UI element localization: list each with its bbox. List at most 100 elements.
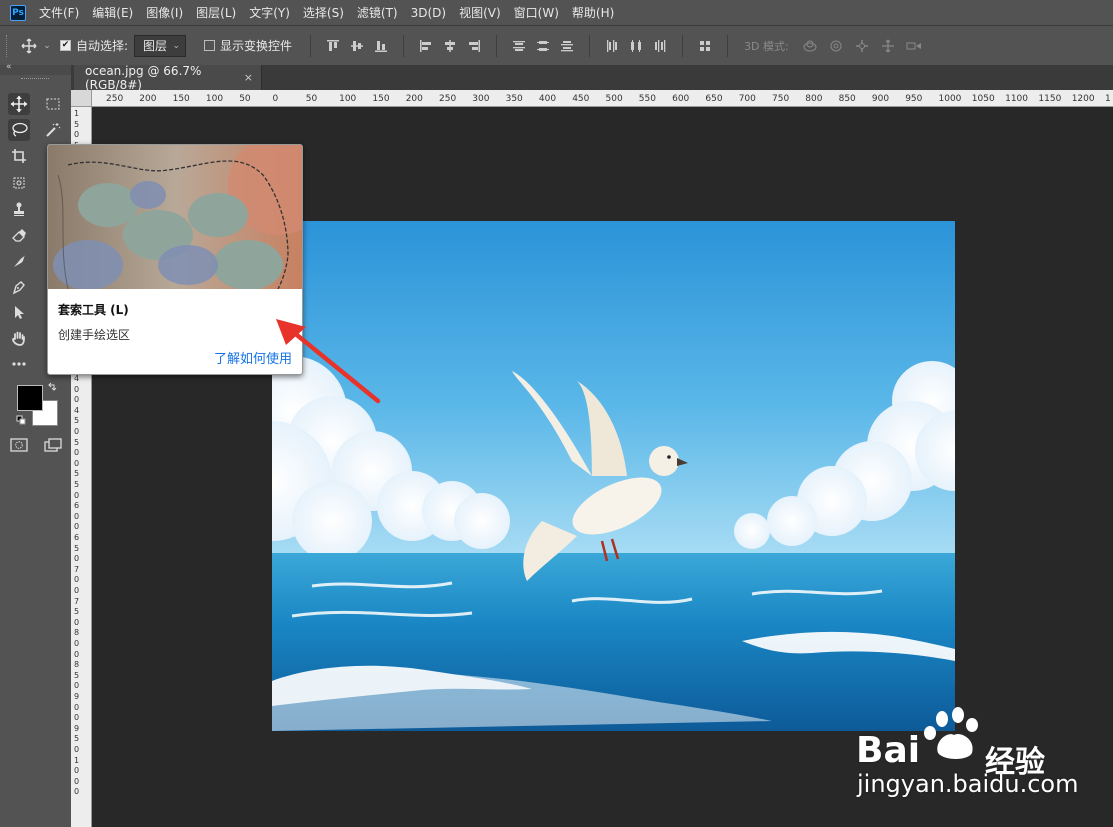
crop-tool-icon[interactable] (8, 145, 30, 167)
menu-layer[interactable]: 图层(L) (196, 4, 236, 21)
ruler-tick-label: 750 (772, 94, 790, 104)
ruler-tick-label: 1150 (1038, 94, 1062, 104)
distribute-left-icon[interactable] (600, 35, 624, 57)
eraser-tool-icon[interactable] (8, 224, 30, 246)
close-icon[interactable]: × (244, 71, 253, 84)
3d-orbit-icon[interactable] (797, 39, 823, 53)
lasso-preview-image (48, 145, 302, 289)
pen-tool-icon[interactable] (8, 276, 30, 298)
menu-select[interactable]: 选择(S) (303, 4, 344, 21)
layer-dropdown[interactable]: 图层 ⌄ (134, 34, 187, 57)
ruler-tick-label: 5 (74, 437, 80, 447)
ruler-tick-label: 150 (372, 94, 390, 104)
ruler-tick-label: 0 (74, 384, 80, 394)
ruler-tick-label: 100 (339, 94, 357, 104)
quick-mask-icon[interactable] (8, 434, 30, 456)
options-grip[interactable] (6, 34, 10, 57)
align-left-edges-icon[interactable] (414, 35, 438, 57)
align-top-edges-icon[interactable] (321, 35, 345, 57)
align-horizontal-centers-icon[interactable] (438, 35, 462, 57)
ruler-tick-label: 0 (74, 766, 80, 776)
toolbox-header[interactable]: « (0, 62, 71, 75)
menu-help[interactable]: 帮助(H) (572, 4, 614, 21)
3d-roll-icon[interactable] (823, 39, 849, 53)
more-tools-icon[interactable] (8, 353, 30, 375)
toolbox-grip[interactable] (21, 78, 49, 82)
menu-3d[interactable]: 3D(D) (411, 6, 446, 20)
3d-mode-label: 3D 模式: (744, 39, 789, 53)
menu-file[interactable]: 文件(F) (39, 4, 79, 21)
menu-edit[interactable]: 编辑(E) (92, 4, 133, 21)
menu-view[interactable]: 视图(V) (459, 4, 501, 21)
chevron-down-icon: ⌄ (172, 40, 181, 51)
ruler-tick-label: 0 (74, 522, 80, 532)
ruler-tick-label: 9 (74, 723, 80, 733)
options-bar: ⌄ ✔ 自动选择: 图层 ⌄ 显示变换控件 3D 模式: (0, 25, 1113, 65)
align-right-edges-icon[interactable] (462, 35, 486, 57)
magic-wand-tool-icon[interactable] (42, 119, 64, 141)
ruler-tick-label: 400 (538, 94, 557, 104)
baidu-paw-icon (924, 707, 978, 759)
horizontal-ruler[interactable]: 250 200 150 100 50 0 50 100 150 200 250 300 350 400 45… (92, 90, 1113, 107)
ruler-tick-label: 50 (239, 94, 251, 104)
ruler-tick-label: 50 (305, 94, 318, 104)
align-vertical-centers-icon[interactable] (345, 35, 369, 57)
distribute-right-icon[interactable] (648, 35, 672, 57)
ruler-tick-label: 0 (74, 776, 80, 786)
hand-tool-icon[interactable] (8, 327, 30, 349)
3d-pan-icon[interactable] (849, 39, 875, 53)
menu-type[interactable]: 文字(Y) (249, 4, 290, 21)
ruler-origin[interactable] (71, 90, 92, 107)
document-tab[interactable]: ocean.jpg @ 66.7%(RGB/8#) × (74, 63, 262, 92)
menu-window[interactable]: 窗口(W) (514, 4, 559, 21)
show-transform-checkbox[interactable] (204, 40, 216, 51)
ruler-tick-label: 0 (74, 639, 80, 648)
lasso-tool-icon[interactable] (8, 119, 30, 141)
screen-mode-icon[interactable] (42, 434, 64, 456)
menu-image[interactable]: 图像(I) (146, 4, 183, 21)
ruler-tick-label: 4 (74, 405, 80, 415)
distribute-vertical-centers-icon[interactable] (531, 35, 555, 57)
path-selection-tool-icon[interactable] (8, 301, 30, 323)
stamp-tool-icon[interactable] (8, 198, 30, 220)
distribute-top-icon[interactable] (507, 35, 531, 57)
collapse-icon[interactable]: « (6, 62, 12, 72)
document-tab-title: ocean.jpg @ 66.7%(RGB/8#) (85, 63, 202, 92)
ruler-tick-label: 0 (74, 511, 80, 521)
ruler-tick-label: 0 (74, 713, 80, 723)
auto-align-layers-icon[interactable] (693, 35, 717, 57)
menu-filter[interactable]: 滤镜(T) (357, 4, 398, 21)
ruler-tick-label: 5 (74, 734, 80, 744)
layer-dropdown-value: 图层 (143, 39, 168, 53)
auto-select-checkbox[interactable]: ✔ (60, 40, 71, 51)
marquee-tool-icon[interactable] (42, 93, 64, 115)
ruler-tick-label: 8 (74, 660, 80, 670)
ruler-tick-label: 800 (805, 94, 823, 104)
ruler-tick-label: 0 (74, 681, 80, 691)
default-colors-icon[interactable] (14, 413, 28, 427)
watermark-url: jingyan.baidu.com (857, 770, 1079, 798)
chevron-down-icon[interactable]: ⌄ (40, 35, 54, 57)
move-tool-preset-icon[interactable] (18, 35, 40, 57)
ruler-tick-label: 1050 (971, 94, 995, 104)
3d-scale-icon[interactable] (901, 39, 927, 53)
frame-tool-icon[interactable] (8, 172, 30, 194)
swap-colors-icon[interactable] (45, 380, 59, 394)
show-transform-label: 显示变换控件 (220, 39, 293, 53)
ruler-tick-label: 600 (672, 94, 690, 104)
divider (589, 34, 591, 57)
smudge-tool-icon[interactable] (8, 250, 30, 272)
align-bottom-edges-icon[interactable] (369, 35, 393, 57)
distribute-horizontal-centers-icon[interactable] (624, 35, 648, 57)
3d-slide-icon[interactable] (875, 39, 901, 53)
ruler-tick-label: 0 (74, 586, 80, 595)
ruler-tick-label: 6 (74, 533, 80, 542)
document-image[interactable] (272, 221, 955, 731)
foreground-color-swatch[interactable] (17, 385, 43, 411)
photoshop-logo-icon[interactable]: Ps (10, 4, 26, 21)
ruler-tick-label: 0 (74, 575, 80, 585)
distribute-bottom-icon[interactable] (555, 35, 579, 57)
ruler-tick-label: 0 (74, 702, 80, 712)
ruler-tick-label: 550 (638, 94, 656, 104)
move-tool-icon[interactable] (8, 93, 30, 115)
